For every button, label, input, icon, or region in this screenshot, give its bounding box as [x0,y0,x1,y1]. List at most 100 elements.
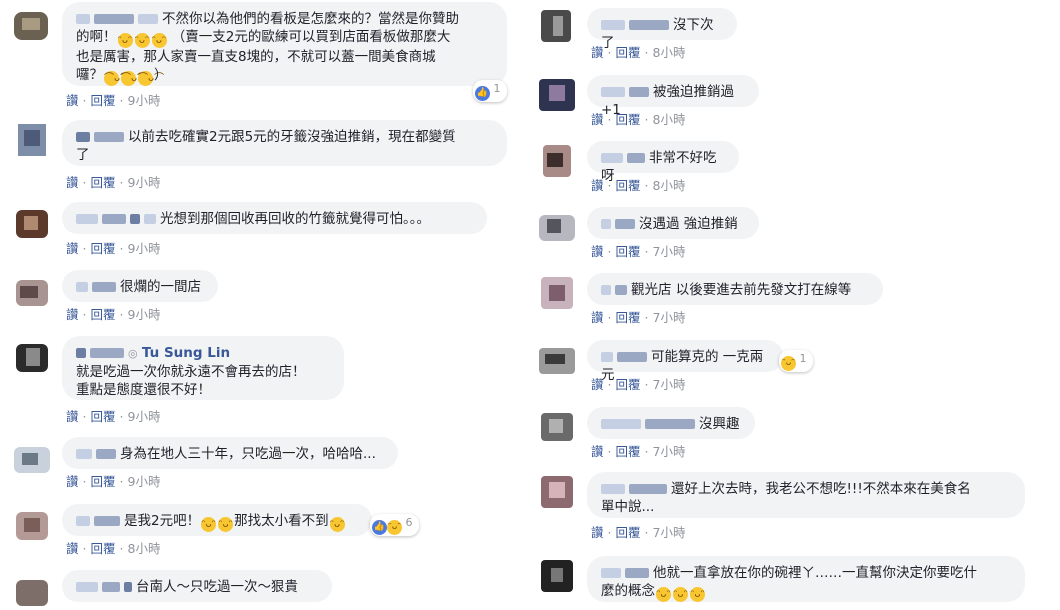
like-link[interactable]: 讚 [66,307,79,322]
reaction-count[interactable]: 👍 1 [473,80,507,102]
comment-text: 也是厲害，那人家賣一直支8塊的，不就可以蓋一間美食商城 [76,49,436,65]
comment-text: 還好上次去時，我老公不想吃!!!不然本來在美食名 [671,481,971,497]
laugh-emoji-icon: ᵔᴗᵔ [218,517,234,532]
avatar[interactable] [535,77,579,113]
like-link[interactable]: 讚 [591,244,604,259]
like-link[interactable]: 讚 [591,377,604,392]
avatar[interactable] [535,558,579,594]
reply-link[interactable]: 回覆 [616,525,641,540]
like-link[interactable]: 讚 [66,93,79,108]
comment-text: 了 [76,147,90,163]
like-link[interactable]: 讚 [591,178,604,193]
comment-text: 麼的概念 [601,583,655,599]
comment-bubble: 不然你以為他們的看板是怎麼來的？當然是你贊助 的啊！ᵔᴗᵔ ᵔᴗᵔ ᵔᴗᵔ （賣一支… [62,2,507,86]
comment-bubble: 沒下次了 [587,8,737,51]
comment-bubble: ◎ Tu Sung Lin 就是吃過一次你就永遠不會再去的店！ 重點是態度還很不… [62,336,344,400]
comment-text: 身為在地人三十年，只吃過一次，哈哈哈... [120,446,376,462]
rofl-emoji-icon: ⌒ᴗ⌒ [138,71,165,86]
reply-link[interactable]: 回覆 [616,444,641,459]
avatar[interactable] [10,508,54,544]
timestamp[interactable]: 8小時 [653,112,686,127]
avatar[interactable] [535,474,579,510]
reply-link[interactable]: 回覆 [616,244,641,259]
like-link[interactable]: 讚 [66,175,79,190]
like-link[interactable]: 讚 [591,45,604,60]
reaction-count[interactable]: 👍 ᵔᴗᵔ 6 [370,514,419,536]
timestamp[interactable]: 7小時 [653,377,686,392]
reply-link[interactable]: 回覆 [91,175,116,190]
timestamp[interactable]: 9小時 [128,175,161,190]
timestamp[interactable]: 8小時 [653,45,686,60]
timestamp[interactable]: 9小時 [128,307,161,322]
reply-link[interactable]: 回覆 [91,307,116,322]
avatar[interactable] [10,340,54,376]
comment-actions: 讚 · 回覆 · 9小時 [66,474,161,489]
reply-link[interactable]: 回覆 [91,409,116,424]
comment-text: 不然你以為他們的看板是怎麼來的？當然是你贊助 [162,11,459,27]
reaction-count[interactable]: ᵔᴗᵔ 1 [779,350,813,372]
avatar[interactable] [10,122,54,158]
comment-bubble: 他就一直拿放在你的碗裡ㄚ……一直幫你決定你要吃什 麼的概念ᵔᴗᵔ ᵔᴗᵔ ᵔᴗᵔ [587,556,1025,602]
comment-bubble: 被強迫推銷過+1 [587,75,759,118]
like-link[interactable]: 讚 [66,541,79,556]
reply-link[interactable]: 回覆 [616,377,641,392]
avatar[interactable] [535,409,579,445]
timestamp[interactable]: 8小時 [653,178,686,193]
laugh-emoji-icon: ᵔᴗᵔ [673,587,688,602]
like-link[interactable]: 讚 [66,409,79,424]
comment-text: ） [154,67,168,83]
timestamp[interactable]: 9小時 [128,409,161,424]
comment-text: 以前去吃確實2元跟5元的牙籤沒強迫推銷，現在都變質 [128,129,456,145]
comment-text: 他就一直拿放在你的碗裡ㄚ……一直幫你決定你要吃什 [653,565,977,581]
timestamp[interactable]: 7小時 [653,310,686,325]
comment-bubble: 沒興趣 [587,407,755,439]
like-link[interactable]: 讚 [591,444,604,459]
comment-bubble: 光想到那個回收再回收的竹籤就覺得可怕。。。 [62,202,487,234]
timestamp[interactable]: 9小時 [128,474,161,489]
avatar[interactable] [535,8,579,44]
comment-bubble: 還好上次去時，我老公不想吃!!!不然本來在美食名 單中說... [587,472,1025,518]
avatar[interactable] [535,209,579,245]
haha-reaction-icon: ᵔᴗᵔ [781,356,796,371]
reply-link[interactable]: 回覆 [616,178,641,193]
reply-link[interactable]: 回覆 [616,310,641,325]
like-link[interactable]: 讚 [66,474,79,489]
like-link[interactable]: 讚 [591,112,604,127]
comment-actions: 讚 · 回覆 · 7小時 [591,244,686,259]
avatar[interactable] [10,574,54,610]
reply-link[interactable]: 回覆 [91,541,116,556]
reply-link[interactable]: 回覆 [616,45,641,60]
like-link[interactable]: 讚 [591,525,604,540]
haha-reaction-icon: ᵔᴗᵔ [387,520,402,535]
comment-author[interactable]: Tu Sung Lin [142,345,230,361]
reply-link[interactable]: 回覆 [91,93,116,108]
comment-bubble: 很爛的一間店 [62,270,218,302]
laugh-emoji-icon: ᵔᴗᵔ [656,587,671,602]
laugh-emoji-icon: ᵔᴗᵔ [201,517,217,532]
timestamp[interactable]: 9小時 [128,93,161,108]
avatar[interactable] [10,206,54,242]
comment-text: 沒興趣 [699,416,740,432]
comment-actions: 讚 · 回覆 · 9小時 [66,409,161,424]
reply-link[interactable]: 回覆 [91,241,116,256]
comment-text: 重點是態度還很不好！ [76,382,211,398]
like-link[interactable]: 讚 [591,310,604,325]
timestamp[interactable]: 8小時 [128,541,161,556]
reply-link[interactable]: 回覆 [91,474,116,489]
avatar[interactable] [535,342,579,378]
comment-text: 的啊！ [76,29,117,45]
avatar[interactable] [535,275,579,311]
avatar[interactable] [535,143,579,179]
timestamp[interactable]: 7小時 [653,244,686,259]
comment-actions: 讚 · 回覆 · 7小時 [591,377,686,392]
timestamp[interactable]: 7小時 [653,525,686,540]
timestamp[interactable]: 7小時 [653,444,686,459]
timestamp[interactable]: 9小時 [128,241,161,256]
avatar[interactable] [10,8,54,44]
comment-actions: 讚 · 回覆 · 9小時 [66,241,161,256]
avatar[interactable] [10,274,54,310]
avatar[interactable] [10,441,54,477]
comment-text: 觀光店 以後要進去前先發文打在線等 [631,282,852,298]
reply-link[interactable]: 回覆 [616,112,641,127]
like-link[interactable]: 讚 [66,241,79,256]
